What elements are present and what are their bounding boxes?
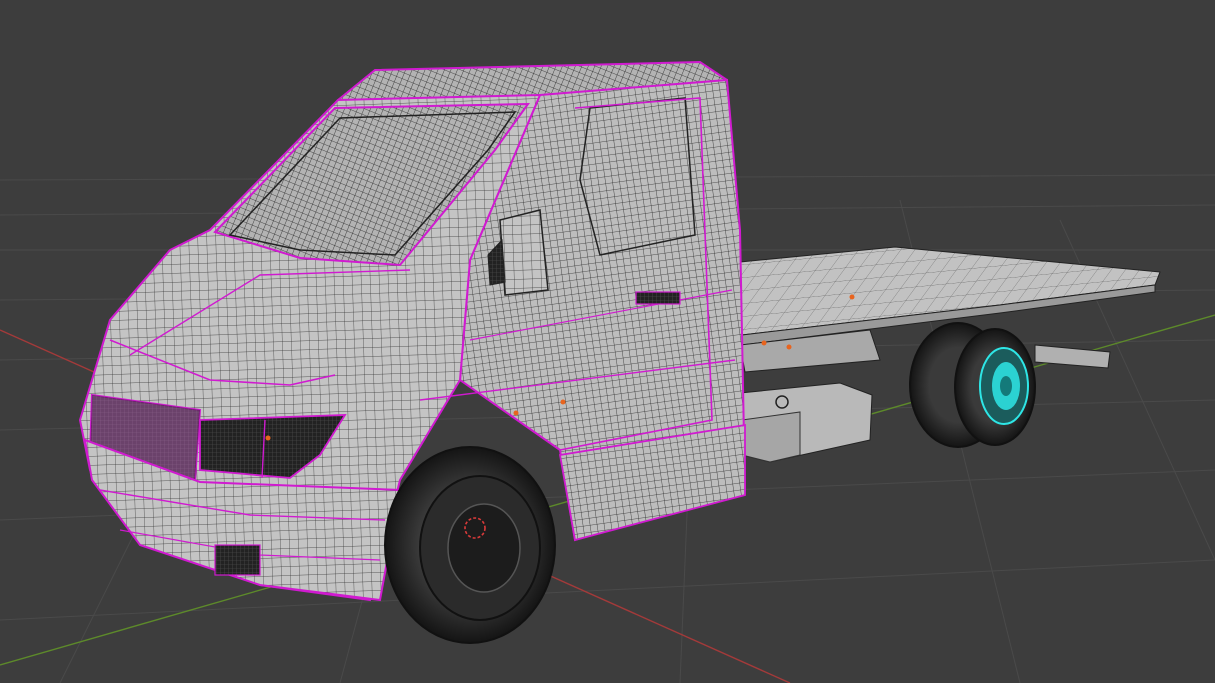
door-handle[interactable] bbox=[635, 291, 681, 305]
3d-viewport[interactable] bbox=[0, 0, 1215, 683]
rear-wheel[interactable] bbox=[909, 322, 1036, 448]
front-wheel[interactable] bbox=[384, 446, 556, 644]
side-mirror[interactable] bbox=[499, 209, 549, 296]
viewport-canvas[interactable] bbox=[0, 0, 1215, 683]
fuel-tank[interactable] bbox=[739, 382, 873, 463]
fog-light[interactable] bbox=[214, 544, 261, 576]
